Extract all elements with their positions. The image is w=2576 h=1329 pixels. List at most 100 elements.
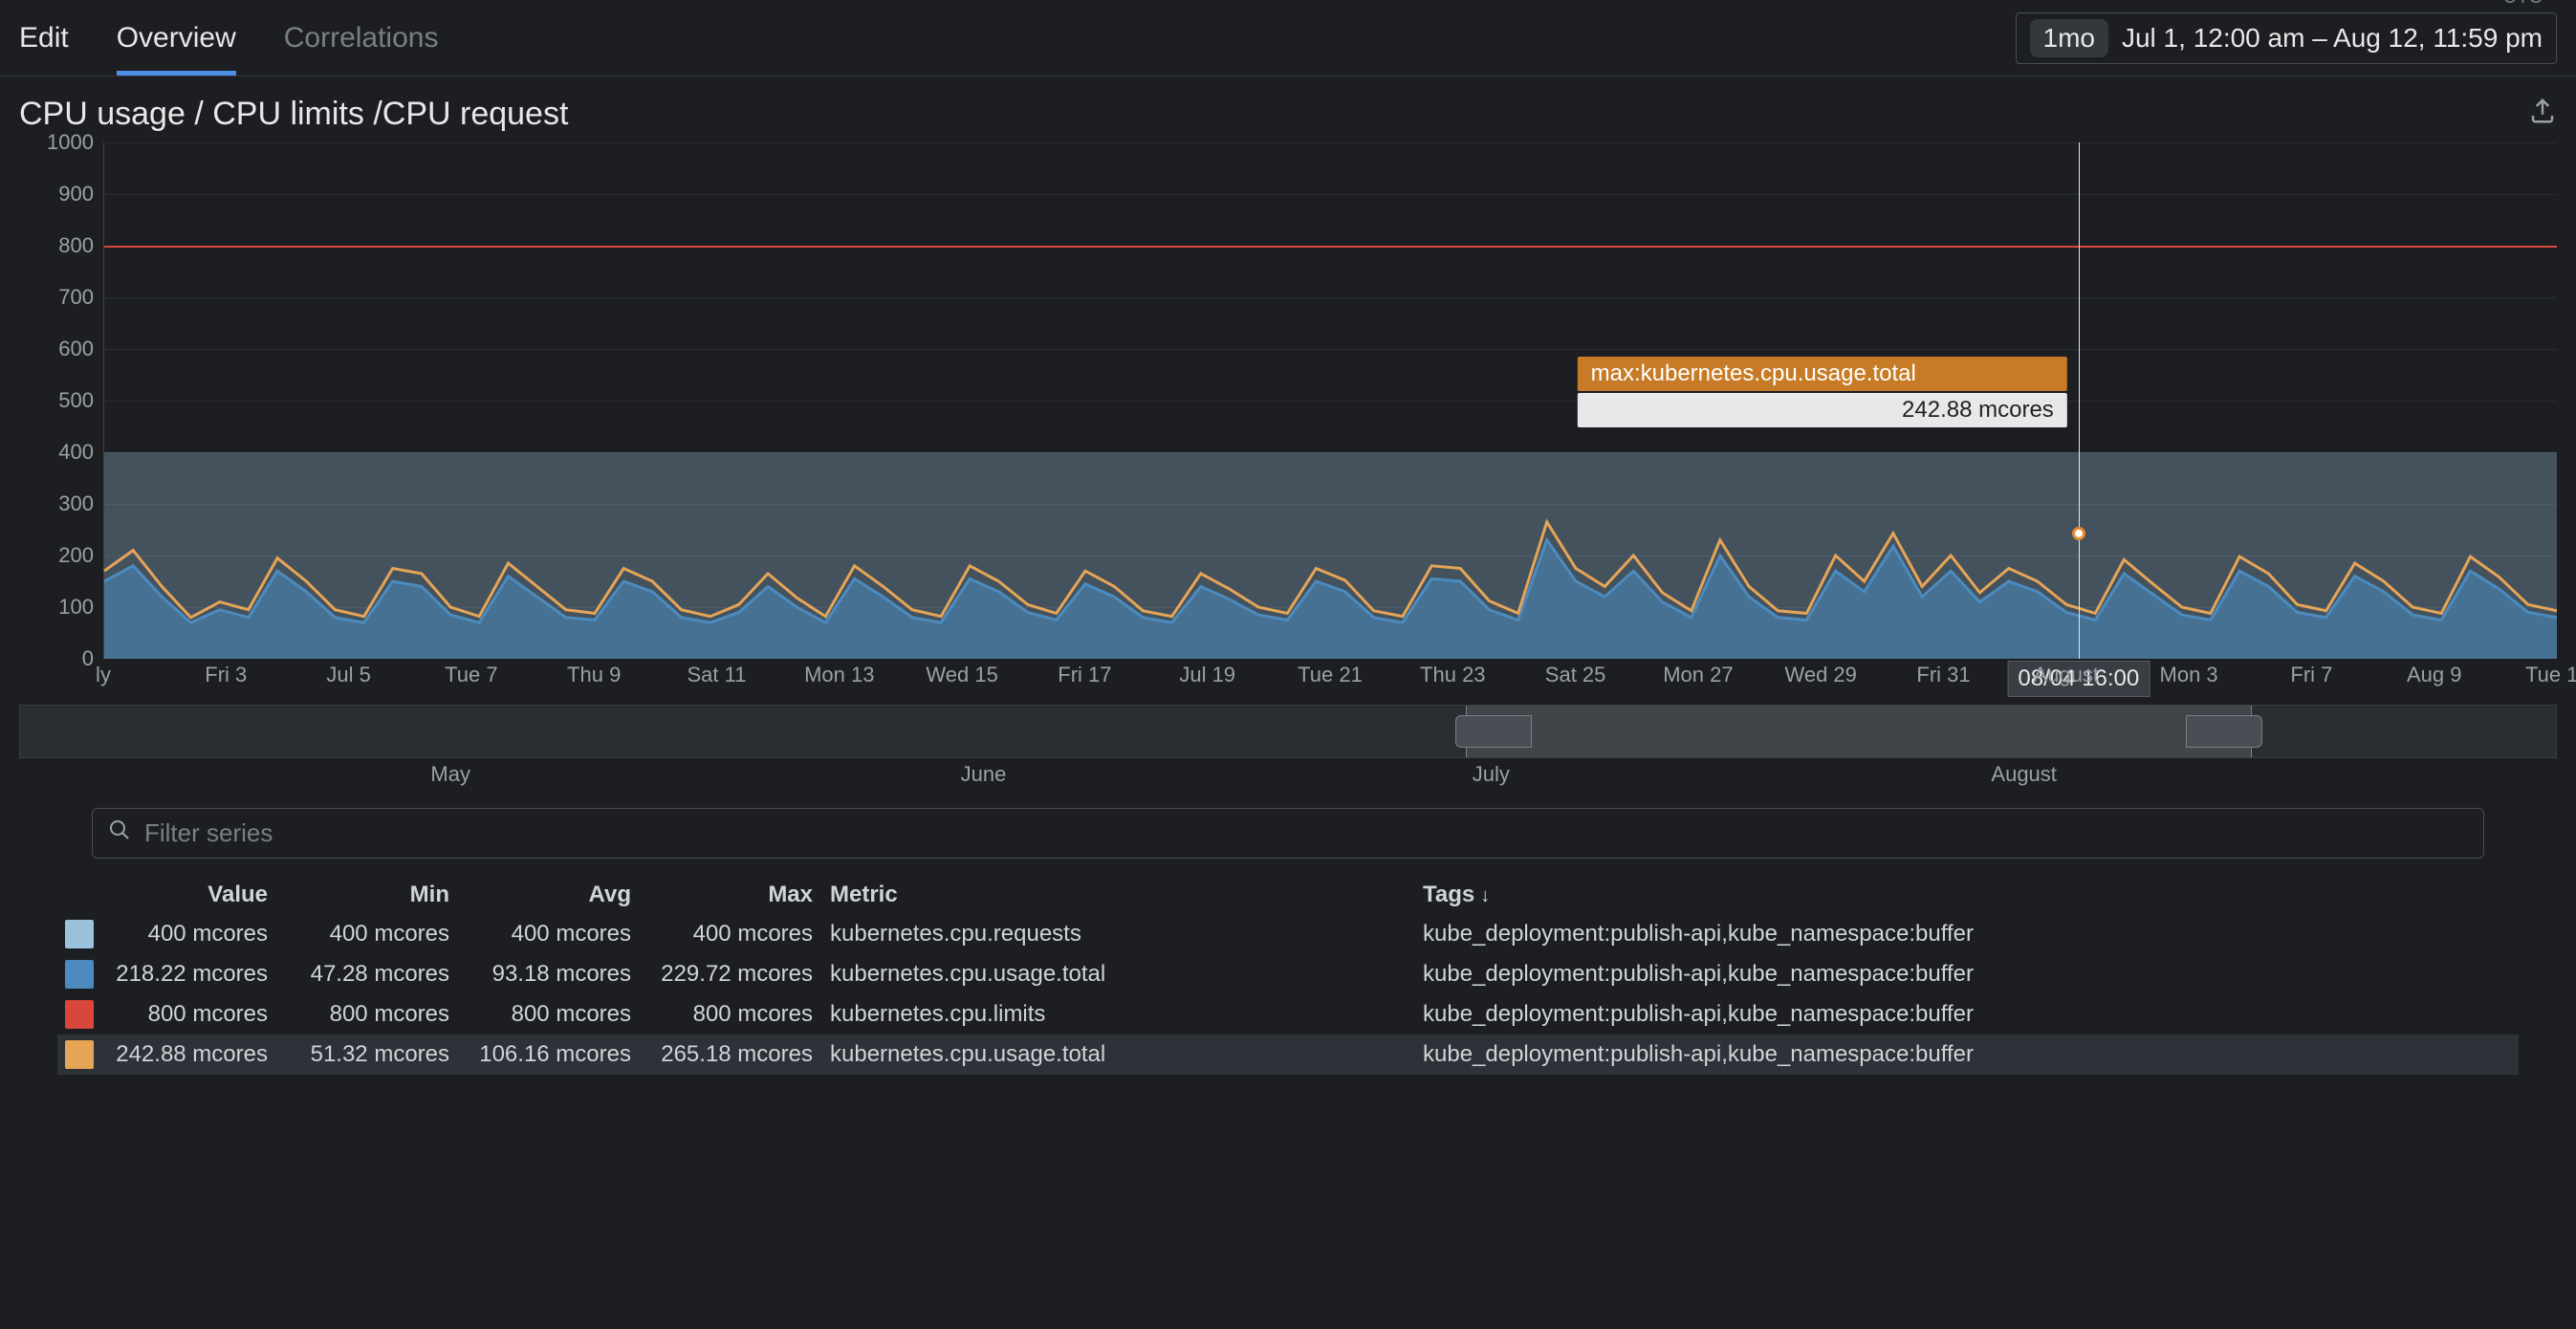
legend-tags: kube_deployment:publish-api,kube_namespa… — [1423, 921, 2511, 948]
time-preset[interactable]: 1mo — [2030, 19, 2108, 57]
scrubber-handle-right[interactable] — [2186, 715, 2262, 748]
legend-avg: 800 mcores — [467, 1001, 648, 1028]
legend-row[interactable]: 800 mcores800 mcores800 mcores800 mcores… — [57, 994, 2519, 1035]
legend-swatch — [65, 960, 94, 989]
legend-value: 218.22 mcores — [103, 961, 285, 988]
chart-cursor-dot — [2072, 527, 2085, 540]
share-icon[interactable] — [2528, 97, 2557, 132]
legend-min: 400 mcores — [285, 921, 467, 948]
scrubber-tick: May — [430, 762, 470, 787]
x-tick: Fri 7 — [2290, 663, 2332, 687]
tab-correlations[interactable]: Correlations — [284, 0, 439, 76]
legend-metric: kubernetes.cpu.usage.total — [830, 961, 1423, 988]
chart-cursor-line — [2079, 142, 2080, 659]
x-tick: Jul 19 — [1179, 663, 1235, 687]
x-tick: Tue 21 — [1298, 663, 1363, 687]
sort-arrow-icon: ↓ — [1480, 885, 1490, 906]
series-filter-row — [92, 808, 2484, 859]
x-tick: ly — [96, 663, 111, 687]
time-utc-label: UTC — [2503, 0, 2543, 9]
legend-row[interactable]: 218.22 mcores47.28 mcores93.18 mcores229… — [57, 954, 2519, 994]
tab-edit[interactable]: Edit — [19, 0, 69, 76]
x-tick: Sat 11 — [688, 663, 747, 687]
y-tick: 900 — [58, 182, 94, 207]
y-tick: 200 — [58, 543, 94, 568]
y-tick: 300 — [58, 491, 94, 516]
chart-title: CPU usage / CPU limits /CPU request — [19, 96, 568, 133]
x-tick: Mon 27 — [1663, 663, 1733, 687]
x-tick: Thu 9 — [567, 663, 621, 687]
scrubber-ticks: May June July August — [19, 762, 2557, 791]
x-tick: Fri 17 — [1058, 663, 1111, 687]
legend-table: Value Min Avg Max Metric Tags↓ 400 mcore… — [57, 876, 2519, 1075]
legend-header-row: Value Min Avg Max Metric Tags↓ — [57, 876, 2519, 914]
legend-value: 242.88 mcores — [103, 1041, 285, 1068]
legend-row[interactable]: 242.88 mcores51.32 mcores106.16 mcores26… — [57, 1035, 2519, 1075]
y-tick: 500 — [58, 388, 94, 413]
x-tick: Sat 25 — [1545, 663, 1606, 687]
chart-series-svg — [104, 142, 2557, 659]
tab-overview[interactable]: Overview — [117, 0, 236, 76]
legend-swatch — [65, 920, 94, 948]
legend-tags: kube_deployment:publish-api,kube_namespa… — [1423, 1041, 2511, 1068]
x-tick: August — [2034, 663, 2100, 687]
chart-tooltip: max:kubernetes.cpu.usage.total 242.88 mc… — [1578, 357, 2067, 427]
search-icon — [108, 818, 131, 848]
chart-plot[interactable]: max:kubernetes.cpu.usage.total 242.88 mc… — [103, 142, 2557, 659]
topbar: Edit Overview Correlations UTC 1mo Jul 1… — [0, 0, 2576, 76]
y-tick: 800 — [58, 233, 94, 258]
legend-row[interactable]: 400 mcores400 mcores400 mcores400 mcores… — [57, 914, 2519, 954]
series-filter-input[interactable] — [144, 818, 2468, 848]
legend-header-avg[interactable]: Avg — [467, 882, 648, 908]
y-tick: 1000 — [47, 130, 94, 155]
tab-strip: Edit Overview Correlations — [19, 0, 438, 76]
legend-min: 47.28 mcores — [285, 961, 467, 988]
chart-titlebar: CPU usage / CPU limits /CPU request — [0, 76, 2576, 142]
legend-max: 800 mcores — [648, 1001, 830, 1028]
time-picker[interactable]: UTC 1mo Jul 1, 12:00 am – Aug 12, 11:59 … — [2016, 12, 2557, 64]
series-filter[interactable] — [92, 808, 2484, 859]
time-range-label: Jul 1, 12:00 am – Aug 12, 11:59 pm — [2122, 23, 2543, 54]
x-tick: Tue 11 — [2525, 663, 2576, 687]
legend-header-max[interactable]: Max — [648, 882, 830, 908]
legend-metric: kubernetes.cpu.usage.total — [830, 1041, 1423, 1068]
x-tick: Mon 13 — [804, 663, 874, 687]
legend-metric: kubernetes.cpu.limits — [830, 1001, 1423, 1028]
chart-area: 10009008007006005004003002001000 max:kub… — [19, 142, 2557, 691]
scrubber-track[interactable] — [19, 705, 2557, 758]
x-tick: Jul 5 — [326, 663, 370, 687]
scrubber-tick: June — [961, 762, 1007, 787]
legend-header-min[interactable]: Min — [285, 882, 467, 908]
x-tick: Fri 3 — [205, 663, 247, 687]
legend-tags: kube_deployment:publish-api,kube_namespa… — [1423, 1001, 2511, 1028]
legend-max: 229.72 mcores — [648, 961, 830, 988]
y-tick: 400 — [58, 440, 94, 465]
scrubber-tick: August — [1991, 762, 2057, 787]
legend-header-metric[interactable]: Metric — [830, 882, 1423, 908]
legend-value: 400 mcores — [103, 921, 285, 948]
x-axis: lyFri 3Jul 5Tue 7Thu 9Sat 11Mon 13Wed 15… — [103, 663, 2557, 691]
x-tick: Fri 31 — [1916, 663, 1970, 687]
scrubber-selection[interactable] — [1466, 706, 2252, 757]
legend-swatch — [65, 1000, 94, 1029]
x-tick: Wed 29 — [1784, 663, 1856, 687]
legend-tags: kube_deployment:publish-api,kube_namespa… — [1423, 961, 2511, 988]
x-tick: Wed 15 — [926, 663, 997, 687]
legend-metric: kubernetes.cpu.requests — [830, 921, 1423, 948]
legend-min: 800 mcores — [285, 1001, 467, 1028]
legend-header-value[interactable]: Value — [103, 882, 285, 908]
scrubber-tick: July — [1473, 762, 1510, 787]
y-tick: 600 — [58, 337, 94, 361]
legend-min: 51.32 mcores — [285, 1041, 467, 1068]
y-tick: 0 — [82, 646, 94, 671]
x-tick: Mon 3 — [2160, 663, 2218, 687]
legend-value: 800 mcores — [103, 1001, 285, 1028]
y-tick: 100 — [58, 595, 94, 620]
scrubber-handle-left[interactable] — [1455, 715, 1532, 748]
x-tick: Aug 9 — [2407, 663, 2462, 687]
x-tick: Thu 23 — [1420, 663, 1486, 687]
legend-max: 265.18 mcores — [648, 1041, 830, 1068]
time-scrubber: May June July August — [19, 705, 2557, 791]
legend-header-tags[interactable]: Tags↓ — [1423, 882, 2511, 908]
legend-max: 400 mcores — [648, 921, 830, 948]
